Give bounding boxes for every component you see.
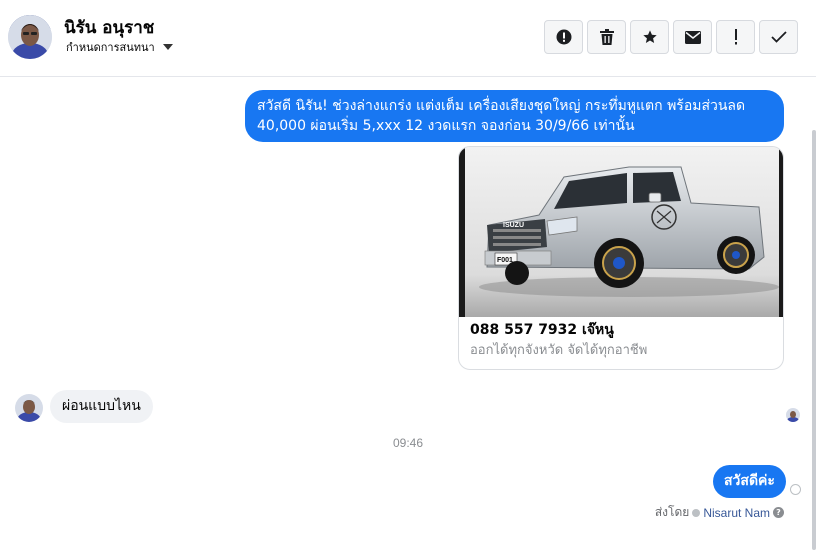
link-card[interactable]: ISUZU F001 088 557 7932 เจ๊หนู ออกได้ทุก…	[458, 146, 784, 370]
mark-done-button[interactable]	[759, 20, 798, 54]
card-title: 088 557 7932 เจ๊หนู	[470, 322, 614, 338]
grille-brand-text: ISUZU	[503, 222, 524, 229]
sent-status-icon	[790, 484, 801, 495]
conversation-toolbar	[544, 20, 798, 54]
card-subtitle: ออกได้ทุกจังหวัด จัดได้ทุกอาชีพ	[470, 343, 648, 358]
trash-icon	[599, 29, 614, 45]
seen-by-avatar	[786, 408, 800, 422]
star-button[interactable]	[630, 20, 669, 54]
delete-button[interactable]	[587, 20, 626, 54]
schedule-label: กำหนดการสนทนา	[66, 41, 155, 54]
pickup-truck-photo[interactable]: ISUZU F001	[459, 147, 784, 317]
sent-by-name[interactable]: Nisarut Nam	[703, 506, 770, 520]
message-timestamp: 09:46	[392, 436, 424, 450]
checkmark-icon	[770, 31, 787, 43]
star-icon	[642, 30, 657, 43]
alert-circle-icon	[556, 29, 571, 45]
contact-avatar[interactable]	[8, 15, 52, 59]
mark-unread-button[interactable]	[673, 20, 712, 54]
outgoing-message-bubble[interactable]: สวัสดี นิรัน! ช่วงล่างแกร่ง แต่งเต็ม เคร…	[245, 90, 784, 142]
conversation-schedule-menu[interactable]: กำหนดการสนทนา	[66, 38, 173, 56]
sent-by-label: ส่งโดย	[654, 505, 690, 519]
page-role-icon	[692, 508, 701, 517]
thread-scrollbar[interactable]	[812, 130, 816, 550]
sent-by-row: ส่งโดย Nisarut Nam ?	[655, 503, 784, 522]
mark-spam-button[interactable]	[716, 20, 755, 54]
envelope-icon	[684, 30, 701, 44]
conversation-header: นิรัน อนุราช กำหนดการสนทนา	[0, 0, 816, 77]
reply-message-bubble[interactable]: สวัสดีค่ะ	[713, 465, 786, 498]
sender-avatar[interactable]	[15, 394, 43, 422]
contact-name[interactable]: นิรัน อนุราช	[64, 14, 154, 41]
report-button[interactable]	[544, 20, 583, 54]
exclamation-icon	[734, 29, 737, 45]
incoming-message-bubble[interactable]: ผ่อนแบบไหน	[50, 390, 153, 423]
message-thread: สวัสดี นิรัน! ช่วงล่างแกร่ง แต่งเต็ม เคร…	[0, 78, 816, 548]
caret-down-icon	[162, 44, 173, 50]
help-icon[interactable]: ?	[773, 507, 784, 518]
